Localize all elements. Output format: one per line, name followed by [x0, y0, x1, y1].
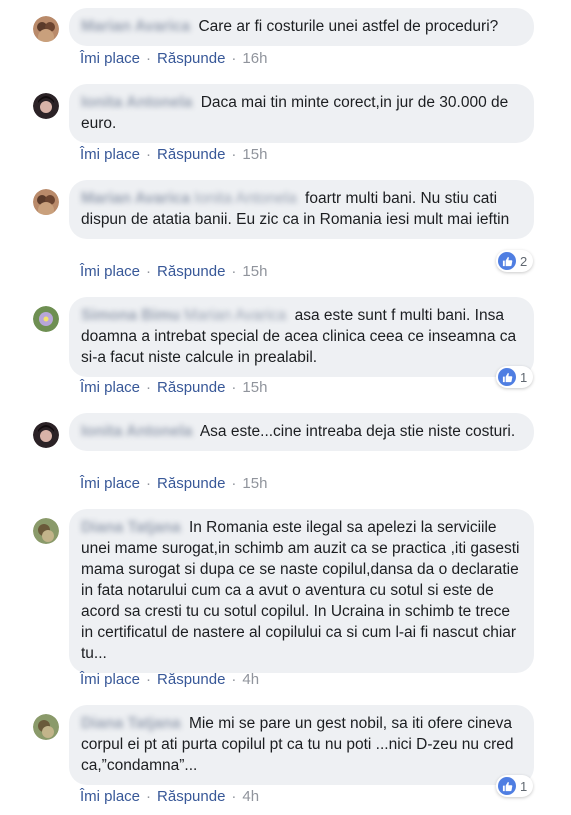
comment-actions: Îmi place · Răspunde · 15h	[80, 379, 267, 397]
timestamp[interactable]: 15h	[242, 263, 267, 280]
timestamp[interactable]: 15h	[242, 146, 267, 163]
comment-bubble: Diana Tatjana In Romania este ilegal sa …	[69, 509, 534, 673]
separator: ·	[146, 146, 152, 163]
comment-bubble: Marian Avarica Ionita Antonela foartr mul…	[69, 180, 534, 239]
reaction-count[interactable]: 1	[496, 366, 534, 388]
separator: ·	[146, 788, 152, 805]
comment-author[interactable]: Marian Avarica	[81, 18, 190, 35]
comment-text: Asa este...cine intreaba deja stie niste…	[199, 423, 516, 440]
comment-actions: Îmi place · Răspunde · 4h	[80, 788, 259, 806]
avatar[interactable]	[33, 714, 59, 740]
thumbs-up-icon	[498, 252, 516, 270]
comment-author[interactable]: Ionita Antonela	[81, 94, 192, 111]
like-link[interactable]: Îmi place	[80, 379, 140, 396]
comment-actions: Îmi place · Răspunde · 15h	[80, 146, 267, 164]
tagged-user[interactable]: Ionita Antonela	[194, 190, 297, 207]
comment-author[interactable]: Simona Bimu	[81, 307, 180, 324]
comment-actions: Îmi place · Răspunde · 15h	[80, 475, 267, 493]
comment-actions: Îmi place · Răspunde · 15h	[80, 263, 267, 281]
reaction-count[interactable]: 1	[496, 775, 534, 797]
tagged-user[interactable]: Marian Avarica	[184, 307, 286, 324]
avatar[interactable]	[33, 189, 59, 215]
reply-link[interactable]: Răspunde	[157, 263, 225, 280]
comment-actions: Îmi place · Răspunde · 4h	[80, 671, 259, 689]
avatar[interactable]	[33, 93, 59, 119]
separator: ·	[146, 50, 152, 67]
comment-bubble: Marian Avarica Care ar fi costurile unei…	[69, 8, 534, 46]
timestamp[interactable]: 16h	[242, 50, 267, 67]
like-link[interactable]: Îmi place	[80, 788, 140, 805]
like-link[interactable]: Îmi place	[80, 146, 140, 163]
comment-text: In Romania este ilegal sa apelezi la ser…	[81, 519, 520, 662]
avatar[interactable]	[33, 518, 59, 544]
reaction-number: 1	[520, 369, 528, 385]
comment-bubble: Ionita Antonela Asa este...cine intreaba…	[69, 413, 534, 451]
comment-actions: Îmi place · Răspunde · 16h	[80, 50, 267, 68]
reply-link[interactable]: Răspunde	[157, 671, 225, 688]
separator: ·	[231, 475, 237, 492]
separator: ·	[231, 671, 237, 688]
reaction-number: 2	[520, 253, 528, 269]
reaction-count[interactable]: 2	[496, 250, 534, 272]
comment-bubble: Simona Bimu Marian Avarica asa este sunt …	[69, 297, 534, 377]
separator: ·	[146, 263, 152, 280]
comment-author[interactable]: Marian Avarica	[81, 190, 190, 207]
like-link[interactable]: Îmi place	[80, 263, 140, 280]
comment-text: Care ar fi costurile unei astfel de proc…	[198, 18, 499, 35]
separator: ·	[231, 379, 237, 396]
thumbs-up-icon	[498, 777, 516, 795]
reaction-number: 1	[520, 778, 528, 794]
reply-link[interactable]: Răspunde	[157, 475, 225, 492]
like-link[interactable]: Îmi place	[80, 671, 140, 688]
comment-bubble: Ionita Antonela Daca mai tin minte corec…	[69, 84, 534, 143]
timestamp[interactable]: 4h	[242, 671, 259, 688]
separator: ·	[146, 379, 152, 396]
avatar[interactable]	[33, 16, 59, 42]
thumbs-up-icon	[498, 368, 516, 386]
timestamp[interactable]: 15h	[242, 379, 267, 396]
separator: ·	[231, 263, 237, 280]
timestamp[interactable]: 15h	[242, 475, 267, 492]
avatar[interactable]	[33, 422, 59, 448]
timestamp[interactable]: 4h	[242, 788, 259, 805]
reply-link[interactable]: Răspunde	[157, 788, 225, 805]
comment-bubble: Diana Tatjana Mie mi se pare un gest nob…	[69, 705, 534, 785]
reply-link[interactable]: Răspunde	[157, 50, 225, 67]
separator: ·	[231, 50, 237, 67]
reply-link[interactable]: Răspunde	[157, 379, 225, 396]
comment-author[interactable]: Diana Tatjana	[81, 715, 181, 732]
reply-link[interactable]: Răspunde	[157, 146, 225, 163]
separator: ·	[146, 475, 152, 492]
separator: ·	[231, 788, 237, 805]
like-link[interactable]: Îmi place	[80, 475, 140, 492]
comment-author[interactable]: Ionita Antonela	[81, 423, 192, 440]
avatar[interactable]	[33, 306, 59, 332]
separator: ·	[146, 671, 152, 688]
separator: ·	[231, 146, 237, 163]
like-link[interactable]: Îmi place	[80, 50, 140, 67]
comment-author[interactable]: Diana Tatjana	[81, 519, 181, 536]
